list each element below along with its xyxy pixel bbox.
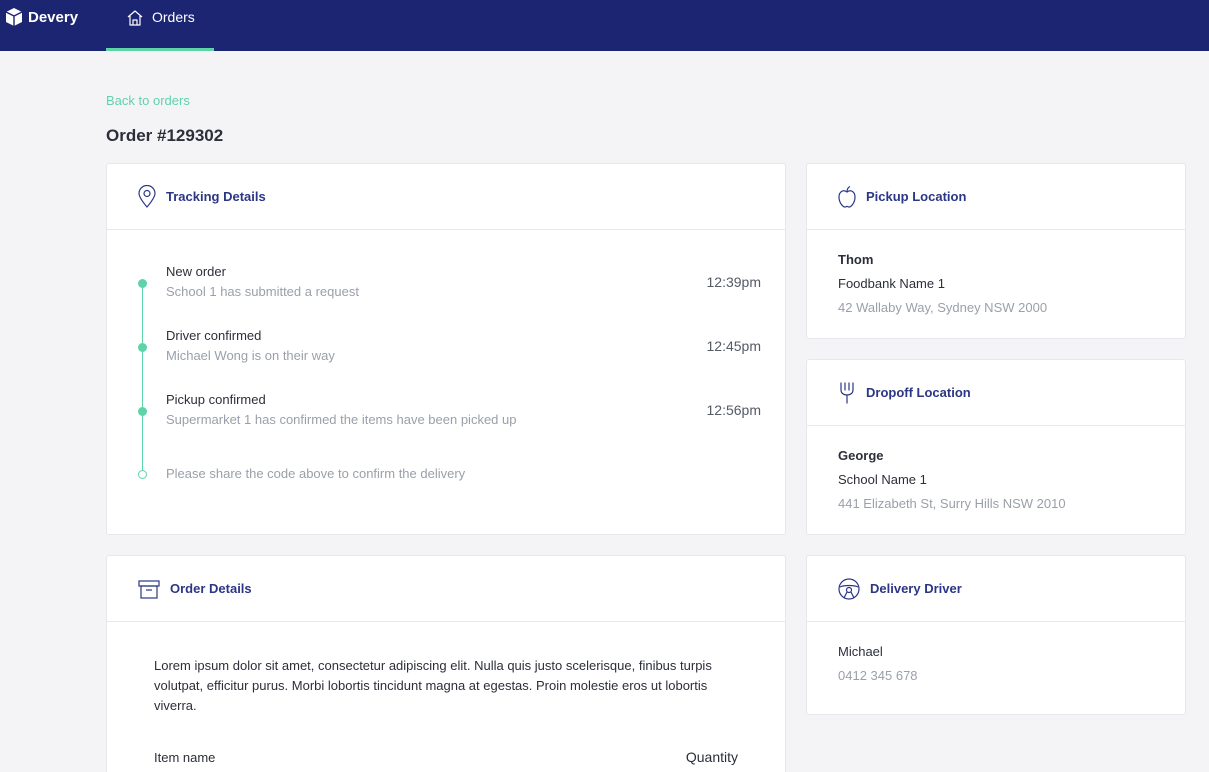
pending-note: Please share the code above to confirm t… [166,466,466,481]
order-details-title: Order Details [170,581,252,596]
dropoff-location-header: Dropoff Location [807,360,1185,426]
delivery-driver-title: Delivery Driver [870,581,962,596]
step-subtitle: School 1 has submitted a request [166,284,359,299]
driver-name: Michael [838,644,883,659]
step-time: 12:56pm [706,402,761,418]
brand-logo[interactable]: Devery [5,6,78,28]
timeline-dot [138,407,147,416]
back-to-orders-link[interactable]: Back to orders [106,93,190,108]
timeline-dot [138,343,147,352]
nav-tab-orders[interactable]: Orders [106,0,214,51]
delivery-driver-body: Michael 0412 345 678 [807,622,1185,692]
timeline-dot-pending [138,470,147,479]
tracking-timeline: New order School 1 has submitted a reque… [107,230,785,530]
driver-phone[interactable]: 0412 345 678 [838,668,1185,692]
step-subtitle: Michael Wong is on their way [166,348,335,363]
step-title: Pickup confirmed [166,392,266,407]
dropoff-address: 441 Elizabeth St, Surry Hills NSW 2010 [838,496,1066,511]
cube-logo-icon [5,8,23,26]
tracking-details-header: Tracking Details [107,164,785,230]
step-time: 12:45pm [706,338,761,354]
pickup-location-header: Pickup Location [807,164,1185,230]
dropoff-contact-name: George [838,448,884,463]
steering-wheel-icon [837,577,861,601]
step-subtitle: Supermarket 1 has confirmed the items ha… [166,412,517,427]
order-description: Lorem ipsum dolor sit amet, consectetur … [154,658,712,713]
archive-box-icon [137,578,161,600]
step-title: New order [166,264,226,279]
step-title: Driver confirmed [166,328,262,343]
order-details-card: Order Details Lorem ipsum dolor sit amet… [106,555,786,772]
dropoff-location-title: Dropoff Location [866,385,971,400]
step-time: 12:39pm [706,274,761,290]
pickup-organization: Foodbank Name 1 [838,276,945,291]
map-pin-icon [137,184,157,209]
top-navbar: Devery Orders [0,0,1209,51]
timeline-dot [138,279,147,288]
nav-tab-label: Orders [152,9,195,25]
home-icon [127,10,143,26]
tracking-details-title: Tracking Details [166,189,266,204]
dropoff-location-body: George School Name 1 441 Elizabeth St, S… [807,426,1185,520]
timeline-line [142,287,143,475]
pickup-address: 42 Wallaby Way, Sydney NSW 2000 [838,300,1048,315]
delivery-driver-card: Delivery Driver Michael 0412 345 678 [806,555,1186,715]
delivery-driver-header: Delivery Driver [807,556,1185,622]
fork-icon [837,381,857,405]
pickup-location-card: Pickup Location Thom Foodbank Name 1 42 … [806,163,1186,339]
active-tab-indicator [106,48,214,51]
page-title: Order #129302 [106,126,224,145]
dropoff-location-card: Dropoff Location George School Name 1 44… [806,359,1186,535]
quantity-column-header: Quantity [685,749,738,765]
order-details-header: Order Details [107,556,785,622]
apple-icon [837,185,857,209]
dropoff-organization: School Name 1 [838,472,927,487]
item-name-column-header: Item name [154,750,216,765]
pickup-contact-name: Thom [838,252,874,267]
pickup-location-body: Thom Foodbank Name 1 42 Wallaby Way, Syd… [807,230,1185,324]
brand-name: Devery [28,8,79,26]
tracking-details-card: Tracking Details New order School 1 has … [106,163,786,535]
pickup-location-title: Pickup Location [866,189,967,204]
